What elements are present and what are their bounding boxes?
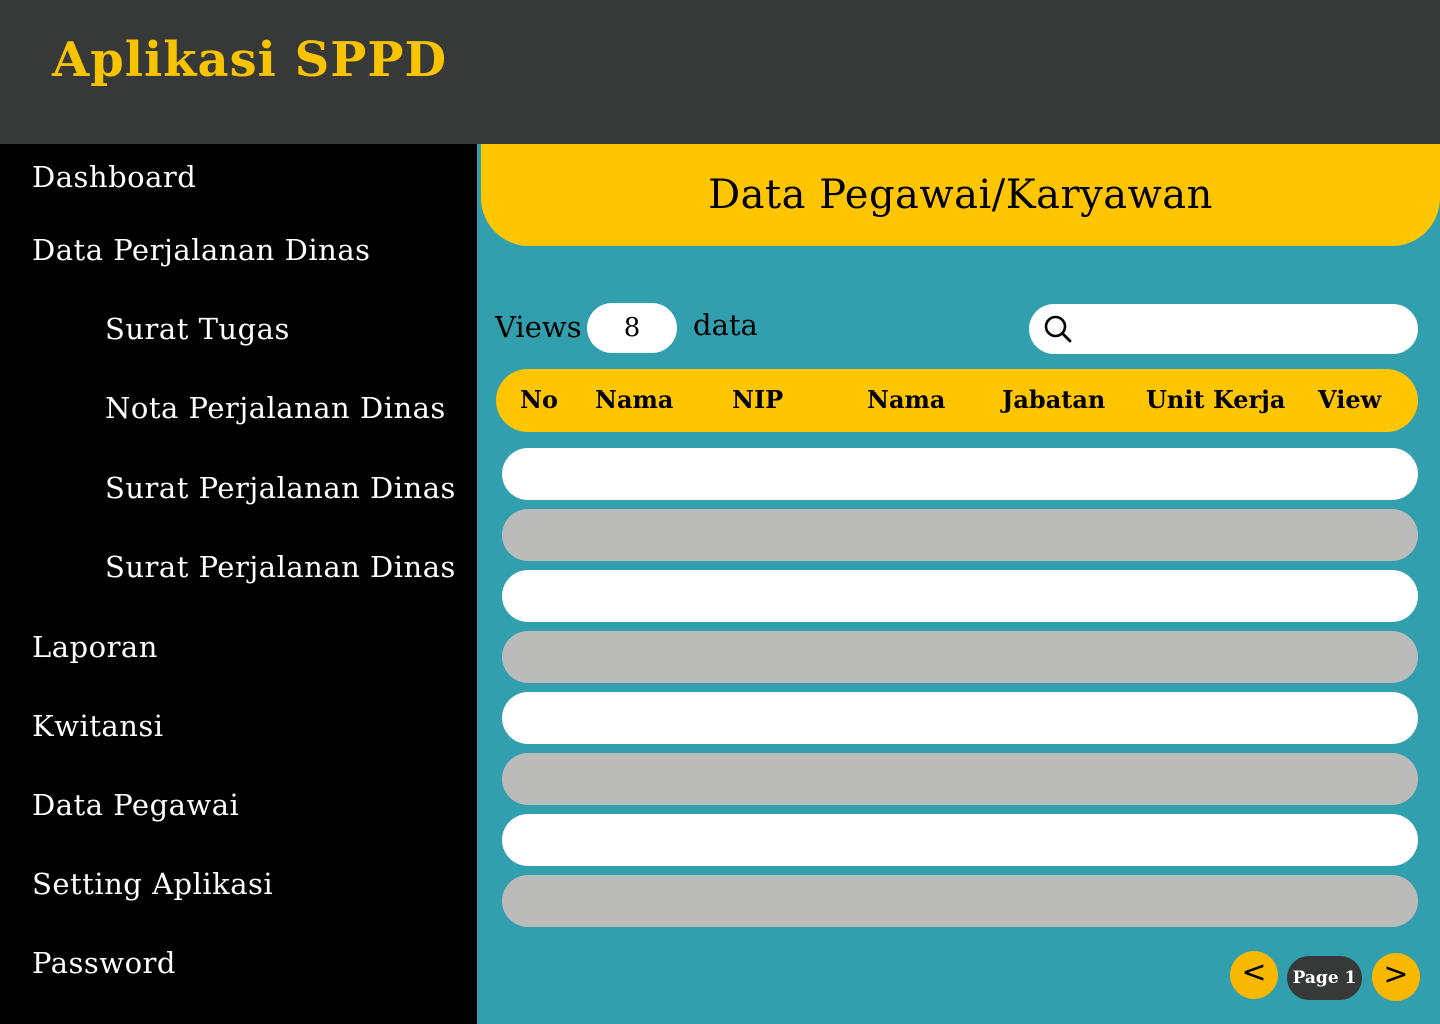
page-title: Data Pegawai/Karyawan	[708, 172, 1213, 218]
app-title: Aplikasi SPPD	[52, 32, 448, 88]
column-header-nama: Nama	[595, 385, 674, 414]
views-count-input[interactable]	[587, 303, 677, 353]
search-box[interactable]	[1029, 304, 1418, 354]
table-header: No Nama NIP Nama Jabatan Unit Kerja View	[496, 369, 1418, 432]
search-icon[interactable]	[1043, 314, 1073, 344]
sidebar-item-kwitansi[interactable]: Kwitansi	[32, 709, 164, 743]
column-header-view: View	[1318, 385, 1382, 414]
table-row[interactable]	[502, 509, 1418, 561]
table-row[interactable]	[502, 875, 1418, 927]
main-content: Data Pegawai/Karyawan Views data No Nama…	[477, 144, 1440, 1024]
sidebar-item-nota-perjalanan-dinas[interactable]: Nota Perjalanan Dinas	[105, 391, 446, 425]
table-row[interactable]	[502, 753, 1418, 805]
table-row[interactable]	[502, 570, 1418, 622]
sidebar: Dashboard Data Perjalanan Dinas Surat Tu…	[0, 144, 477, 1024]
sidebar-item-data-pegawai[interactable]: Data Pegawai	[32, 788, 239, 822]
data-label: data	[693, 308, 758, 342]
previous-page-button[interactable]: <	[1230, 951, 1278, 999]
column-header-nip: NIP	[732, 385, 784, 414]
column-header-nama-2: Nama	[867, 385, 946, 414]
sidebar-item-surat-perjalanan-dinas-2[interactable]: Surat Perjalanan Dinas	[105, 550, 456, 584]
sidebar-item-setting-aplikasi[interactable]: Setting Aplikasi	[32, 867, 273, 901]
table-row[interactable]	[502, 631, 1418, 683]
column-header-no: No	[520, 385, 558, 414]
sidebar-item-data-perjalanan-dinas[interactable]: Data Perjalanan Dinas	[32, 233, 371, 267]
sidebar-item-surat-perjalanan-dinas[interactable]: Surat Perjalanan Dinas	[105, 471, 456, 505]
page-header: Data Pegawai/Karyawan	[481, 144, 1440, 246]
column-header-jabatan: Jabatan	[1002, 385, 1106, 414]
column-header-unit-kerja: Unit Kerja	[1146, 385, 1286, 414]
sidebar-item-password[interactable]: Password	[32, 946, 176, 980]
table-row[interactable]	[502, 814, 1418, 866]
table-row[interactable]	[502, 692, 1418, 744]
sidebar-item-surat-tugas[interactable]: Surat Tugas	[105, 312, 290, 346]
table-row[interactable]	[502, 448, 1418, 500]
page-indicator: Page 1	[1287, 956, 1362, 1000]
sidebar-item-laporan[interactable]: Laporan	[32, 630, 158, 664]
top-bar: Aplikasi SPPD	[0, 0, 1440, 144]
views-label: Views	[495, 310, 582, 344]
next-page-button[interactable]: >	[1372, 953, 1420, 1001]
search-input[interactable]	[1085, 309, 1404, 351]
sidebar-item-dashboard[interactable]: Dashboard	[32, 160, 196, 194]
